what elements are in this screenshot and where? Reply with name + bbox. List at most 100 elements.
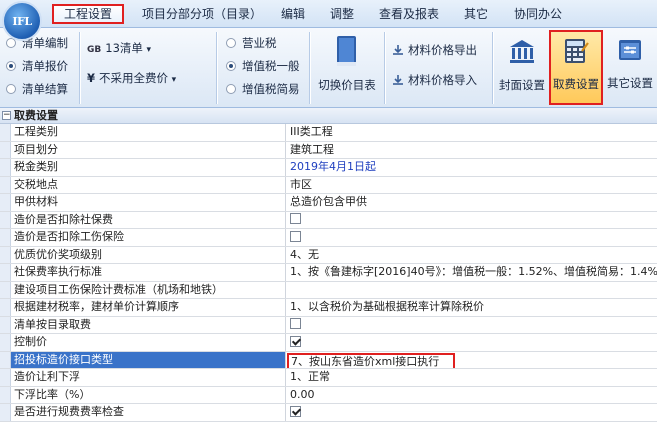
export-material-price-button[interactable]: 材料价格导出	[392, 40, 477, 60]
fee-settings-section-header[interactable]: − 取费设置	[0, 108, 657, 124]
row-gutter	[0, 124, 11, 141]
checkbox-unchecked[interactable]	[290, 213, 301, 224]
property-name: 工程类别	[11, 124, 286, 141]
table-row[interactable]: 甲供材料 总造价包含甲供	[0, 194, 657, 212]
radio-bill-quote[interactable]: 清单报价	[6, 56, 68, 76]
property-value[interactable]: 4、无	[287, 247, 657, 264]
checkbox-unchecked[interactable]	[290, 230, 301, 242]
property-value[interactable]: 0.00	[287, 387, 657, 404]
table-row[interactable]: 清单按目录取费	[0, 316, 657, 334]
menu-adjust[interactable]: 调整	[325, 4, 359, 24]
row-gutter	[0, 246, 11, 263]
table-row[interactable]: 优质优价奖项级别 4、无	[0, 246, 657, 264]
standard-dropdown[interactable]: GB 13清单 ▾	[87, 40, 151, 56]
table-row[interactable]: 招投标造价接口类型 7、按山东省造价xml接口执行	[0, 351, 657, 369]
property-value	[287, 229, 657, 246]
property-value[interactable]	[287, 282, 657, 299]
radio-circle	[226, 61, 236, 71]
fee-price-dropdown[interactable]: ¥ 不采用全费价 ▾	[87, 70, 176, 86]
row-gutter	[0, 369, 11, 386]
row-gutter	[0, 211, 11, 228]
radio-circle	[226, 38, 236, 48]
menu-collaboration[interactable]: 协同办公	[508, 4, 568, 24]
row-gutter	[0, 141, 11, 158]
property-value	[287, 334, 657, 351]
table-row[interactable]: 控制价	[0, 334, 657, 352]
table-row[interactable]: 造价是否扣除社保费	[0, 211, 657, 229]
property-name: 优质优价奖项级别	[11, 246, 286, 263]
import-material-price-button[interactable]: 材料价格导入	[392, 70, 477, 90]
property-value	[287, 212, 657, 229]
table-row[interactable]: 项目划分 建筑工程	[0, 141, 657, 159]
table-row[interactable]: 税金类别 2019年4月1日起	[0, 159, 657, 177]
menu-other[interactable]: 其它	[459, 4, 493, 24]
table-row[interactable]: 交税地点 市区	[0, 176, 657, 194]
menu-view-reports[interactable]: 查看及报表	[374, 4, 444, 24]
button-label: 取费设置	[553, 77, 599, 91]
table-row[interactable]: 社保费率执行标准 1、按《鲁建标字[2016]40号》：增值税一般：1.52%、增…	[0, 264, 657, 282]
fee-settings-button[interactable]: 取费设置	[549, 30, 603, 105]
property-value[interactable]: 7、按山东省造价xml接口执行	[287, 352, 657, 368]
property-value[interactable]: 总造价包含甲供	[287, 194, 657, 211]
property-value	[287, 404, 657, 421]
property-name: 招投标造价接口类型	[11, 351, 286, 368]
property-value[interactable]: 1、以含税价为基础根据税率计算除税价	[287, 299, 657, 316]
property-value[interactable]: 1、按《鲁建标字[2016]40号》：增值税一般：1.52%、增值税简易：1.4…	[287, 264, 657, 281]
standard-label: 13清单	[105, 41, 143, 55]
calculator-icon	[565, 39, 589, 63]
other-settings-button[interactable]: 其它设置	[604, 31, 656, 103]
download-icon	[393, 75, 403, 85]
button-label: 封面设置	[499, 78, 545, 92]
row-gutter	[0, 176, 11, 193]
menu-engineering-settings[interactable]: 工程设置	[52, 4, 124, 24]
radio-circle	[6, 84, 16, 94]
row-gutter	[0, 386, 11, 403]
property-value[interactable]: III类工程	[287, 124, 657, 141]
menu-edit[interactable]: 编辑	[276, 4, 310, 24]
table-row[interactable]: 工程类别 III类工程	[0, 124, 657, 142]
ribbon-separator	[216, 32, 217, 104]
property-value[interactable]: 建筑工程	[287, 142, 657, 159]
radio-circle	[6, 61, 16, 71]
radio-label: 增值税简易	[242, 82, 300, 96]
switch-price-catalog-button[interactable]: 切换价目表	[314, 31, 380, 103]
radio-vat-general[interactable]: 增值税一般	[226, 56, 300, 76]
settings-panel-icon	[619, 40, 641, 60]
checkbox-unchecked[interactable]	[290, 318, 301, 329]
row-gutter	[0, 316, 11, 333]
row-gutter	[0, 159, 11, 176]
checkbox-checked[interactable]	[290, 335, 301, 347]
yen-icon: ¥	[87, 71, 96, 85]
property-value[interactable]: 1、正常	[287, 369, 657, 386]
app-logo[interactable]: IFL	[2, 1, 42, 41]
property-name: 清单按目录取费	[11, 316, 286, 333]
radio-vat-simple[interactable]: 增值税简易	[226, 79, 300, 99]
table-row[interactable]: 建设项目工伤保险计费标准（机场和地铁）	[0, 281, 657, 299]
button-label: 材料价格导出	[408, 43, 477, 57]
ribbon-toolbar: 清单编制 清单报价 清单结算 GB 13清单 ▾ ¥ 不采用全费价 ▾ 营业税 增值…	[0, 28, 657, 108]
cover-settings-button[interactable]: 封面设置	[495, 31, 549, 103]
radio-circle	[226, 84, 236, 94]
radio-business-tax[interactable]: 营业税	[226, 33, 277, 53]
collapse-minus-icon[interactable]: −	[2, 111, 11, 120]
table-row[interactable]: 根据建材税率，建材单价计算顺序 1、以含税价为基础根据税率计算除税价	[0, 299, 657, 317]
checkbox-checked[interactable]	[290, 405, 301, 417]
row-gutter	[0, 351, 11, 368]
table-row[interactable]: 下浮比率（%） 0.00	[0, 386, 657, 404]
section-title: 取费设置	[14, 109, 58, 122]
ribbon-separator	[309, 32, 310, 104]
row-gutter	[0, 229, 11, 246]
property-value[interactable]: 2019年4月1日起	[287, 159, 657, 176]
table-row[interactable]: 造价让利下浮 1、正常	[0, 369, 657, 387]
button-label: 其它设置	[607, 76, 653, 90]
property-name: 甲供材料	[11, 194, 286, 211]
property-name: 社保费率执行标准	[11, 264, 286, 281]
menu-project-sections[interactable]: 项目分部分项（目录）	[131, 4, 273, 24]
property-value[interactable]: 市区	[287, 177, 657, 194]
table-row[interactable]: 是否进行规费费率检查	[0, 404, 657, 422]
download-icon	[393, 45, 403, 55]
row-gutter	[0, 281, 11, 298]
radio-label: 增值税一般	[242, 59, 300, 73]
radio-bill-settle[interactable]: 清单结算	[6, 79, 68, 99]
table-row[interactable]: 造价是否扣除工伤保险	[0, 229, 657, 247]
